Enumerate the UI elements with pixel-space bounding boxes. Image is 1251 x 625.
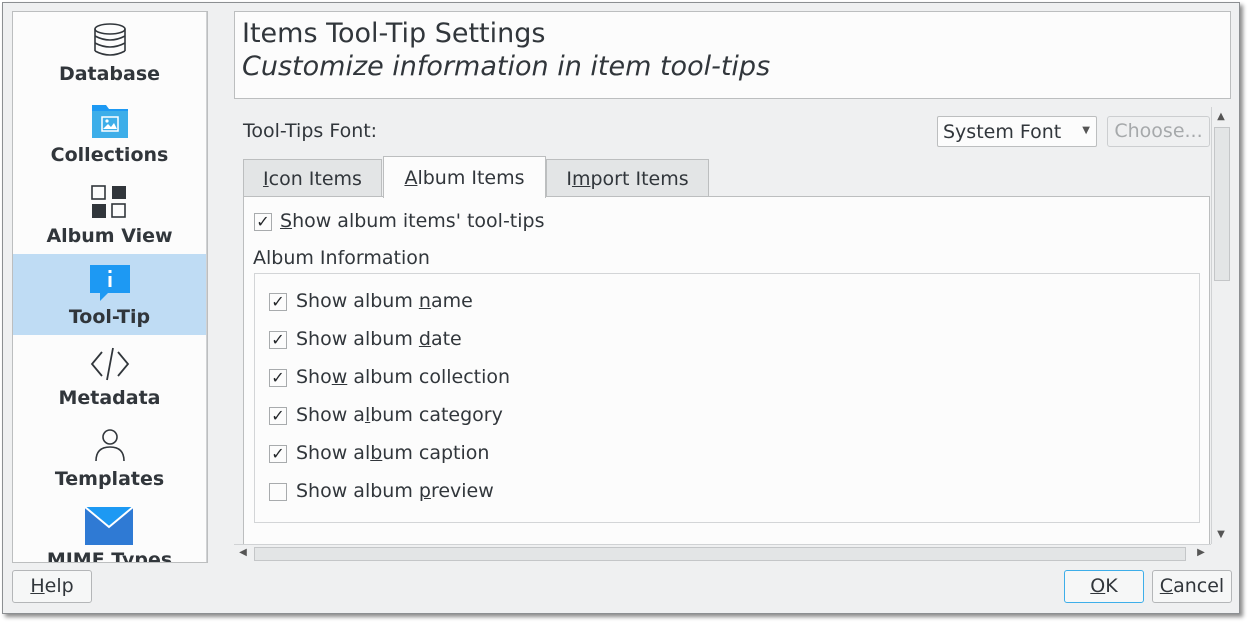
sidebar-item-label: Database bbox=[58, 63, 161, 85]
sidebar-item-label: Album View bbox=[46, 225, 173, 247]
sidebar-item-label: Tool-Tip bbox=[68, 306, 151, 328]
sidebar-list: Database Collections Album View Tool-Tip… bbox=[13, 12, 206, 562]
code-brackets-icon bbox=[90, 347, 130, 381]
cancel-label: Cancel bbox=[1159, 575, 1225, 597]
tab-album-items[interactable]: Album Items bbox=[383, 156, 546, 198]
album-items-panel: ✓ Show album items' tool-tips Album Info… bbox=[243, 196, 1210, 546]
sidebar-item-metadata[interactable]: Metadata bbox=[13, 335, 206, 416]
scroll-down-icon[interactable]: ▼ bbox=[207, 546, 208, 557]
chevron-down-icon: ▼ bbox=[1082, 125, 1090, 136]
scroll-down-icon[interactable]: ▼ bbox=[1212, 529, 1230, 540]
sidebar-item-database[interactable]: Database bbox=[13, 12, 206, 92]
option-label[interactable]: Show album category bbox=[296, 404, 503, 426]
scroll-up-icon[interactable]: ▲ bbox=[1212, 111, 1230, 122]
option-checkbox[interactable]: ✓ bbox=[269, 331, 287, 349]
sidebar-item-label: Templates bbox=[54, 468, 165, 490]
option-label[interactable]: Show album preview bbox=[296, 480, 494, 502]
help-button[interactable]: Help bbox=[12, 570, 92, 603]
show-tooltips-text: how album items' tool-tips bbox=[292, 210, 545, 232]
sidebar-item-album-view[interactable]: Album View bbox=[13, 173, 206, 254]
option-label[interactable]: Show album caption bbox=[296, 442, 489, 464]
scroll-left-icon[interactable]: ◀ bbox=[234, 547, 252, 558]
option-checkbox[interactable]: ✓ bbox=[269, 293, 287, 311]
show-tooltips-label[interactable]: Show album items' tool-tips bbox=[280, 210, 545, 232]
content-hscrollbar[interactable]: ◀ ▶ bbox=[234, 544, 1211, 563]
album-information-group: ✓ Show album name ✓ Show album date ✓ Show al… bbox=[254, 273, 1200, 523]
mnemonic-letter: S bbox=[280, 210, 293, 232]
ok-button[interactable]: OK bbox=[1064, 570, 1144, 603]
tab-label: Import Items bbox=[566, 168, 689, 190]
user-icon bbox=[95, 429, 125, 462]
scroll-up-icon[interactable]: ▲ bbox=[207, 14, 208, 25]
font-combobox-value: System Font bbox=[943, 121, 1062, 143]
ok-label: OK bbox=[1090, 575, 1118, 597]
sidebar: Database Collections Album View Tool-Tip… bbox=[12, 11, 208, 563]
database-icon bbox=[94, 23, 126, 56]
sidebar-item-label: Collections bbox=[50, 144, 169, 166]
sidebar-item-label: Metadata bbox=[58, 387, 161, 409]
content-scrollbar[interactable]: ▲ ▼ bbox=[1211, 107, 1232, 544]
tab-import-items[interactable]: Import Items bbox=[546, 159, 709, 197]
font-combobox[interactable]: System Font ▼ bbox=[937, 116, 1097, 147]
help-label: Help bbox=[30, 575, 74, 597]
choose-font-label: Choose... bbox=[1114, 120, 1203, 142]
sidebar-item-mime-types[interactable]: MIME Types bbox=[13, 497, 206, 562]
sidebar-item-label: MIME Types bbox=[46, 549, 173, 562]
page-title: Items Tool-Tip Settings bbox=[242, 18, 546, 49]
tooltip-info-icon bbox=[90, 265, 130, 301]
folder-pictures-icon bbox=[92, 105, 128, 138]
tab-label: Icon Items bbox=[263, 168, 362, 190]
scroll-thumb[interactable] bbox=[1214, 127, 1230, 281]
sidebar-item-tool-tip[interactable]: Tool-Tip bbox=[13, 254, 206, 335]
option-label[interactable]: Show album date bbox=[296, 328, 462, 350]
show-tooltips-checkbox[interactable]: ✓ bbox=[254, 213, 272, 231]
scroll-right-icon[interactable]: ▶ bbox=[1192, 547, 1210, 558]
option-checkbox[interactable] bbox=[269, 483, 287, 501]
option-label[interactable]: Show album collection bbox=[296, 366, 510, 388]
tab-label: Album Items bbox=[404, 167, 525, 189]
cancel-button[interactable]: Cancel bbox=[1152, 570, 1232, 603]
option-checkbox[interactable]: ✓ bbox=[269, 407, 287, 425]
choose-font-button[interactable]: Choose... bbox=[1107, 116, 1210, 147]
settings-dialog: Database Collections Album View Tool-Tip… bbox=[2, 2, 1240, 614]
option-label[interactable]: Show album name bbox=[296, 290, 473, 312]
page-subtitle: Customize information in item tool-tips bbox=[242, 51, 771, 82]
option-checkbox[interactable]: ✓ bbox=[269, 369, 287, 387]
sidebar-item-templates[interactable]: Templates bbox=[13, 416, 206, 497]
page-header: Items Tool-Tip Settings Customize inform… bbox=[234, 11, 1231, 99]
sidebar-item-collections[interactable]: Collections bbox=[13, 92, 206, 173]
album-information-title: Album Information bbox=[253, 247, 430, 269]
sidebar-scrollbar[interactable]: ▲ ▼ bbox=[206, 12, 208, 562]
hscroll-thumb[interactable] bbox=[254, 547, 1186, 561]
tab-icon-items[interactable]: Icon Items bbox=[243, 159, 382, 197]
option-checkbox[interactable]: ✓ bbox=[269, 445, 287, 463]
view-grid-icon bbox=[91, 185, 126, 218]
tooltips-font-label: Tool-Tips Font: bbox=[243, 120, 378, 142]
mail-envelope-icon bbox=[85, 506, 133, 545]
